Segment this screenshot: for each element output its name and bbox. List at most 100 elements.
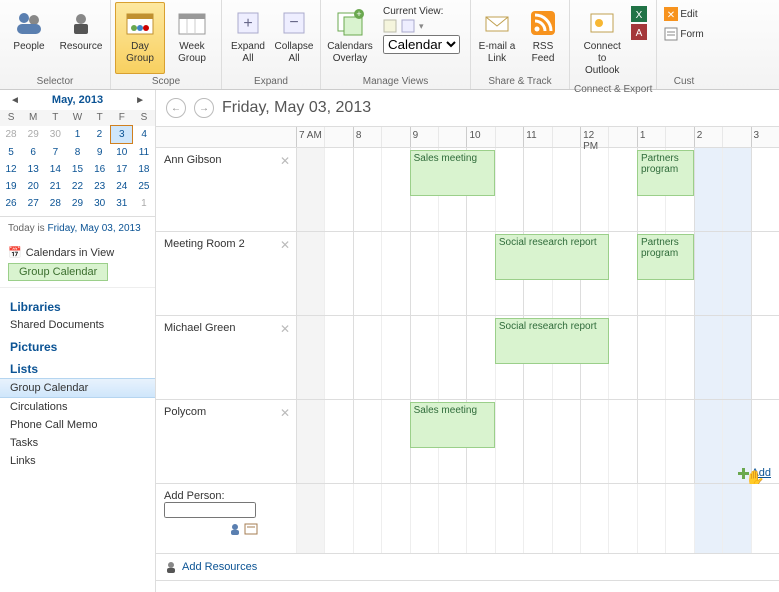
nav-item[interactable]: Circulations (0, 398, 155, 416)
time-cell[interactable] (410, 232, 438, 315)
date-cell[interactable]: 27 (22, 195, 44, 212)
expand-all-button[interactable]: + Expand All (226, 2, 270, 74)
time-cell[interactable] (381, 232, 409, 315)
time-cell[interactable] (608, 316, 636, 399)
form-button[interactable]: Form (661, 26, 706, 42)
date-cell[interactable]: 17 (111, 161, 133, 178)
time-cell[interactable] (410, 316, 438, 399)
view-right-icon[interactable] (401, 19, 415, 33)
calendar-chip[interactable]: Group Calendar (8, 263, 108, 281)
date-cell[interactable]: 25 (133, 178, 155, 195)
time-cell[interactable] (353, 400, 381, 483)
time-cell[interactable] (694, 232, 722, 315)
access-icon[interactable]: A (631, 24, 647, 40)
date-cell[interactable]: 19 (0, 178, 22, 195)
date-cell[interactable]: 16 (89, 161, 111, 178)
date-cell[interactable]: 1 (66, 126, 88, 144)
time-cell[interactable] (324, 232, 352, 315)
date-cell[interactable]: 23 (89, 178, 111, 195)
nav-shared-documents[interactable]: Shared Documents (0, 316, 155, 334)
time-cell[interactable] (722, 484, 750, 553)
time-cell[interactable] (608, 148, 636, 231)
nav-item[interactable]: Phone Call Memo (0, 416, 155, 434)
date-cell[interactable]: 9 (89, 144, 111, 162)
date-cell[interactable]: 28 (0, 126, 22, 144)
nav-item[interactable]: Group Calendar (0, 378, 155, 398)
time-cell[interactable] (353, 232, 381, 315)
remove-resource-icon[interactable]: ✕ (280, 238, 290, 252)
remove-resource-icon[interactable]: ✕ (280, 322, 290, 336)
time-cell[interactable] (722, 148, 750, 231)
people-button[interactable]: People (4, 2, 54, 74)
time-cell[interactable] (552, 400, 580, 483)
time-cell[interactable] (608, 232, 636, 315)
prev-month[interactable]: ◄ (6, 95, 24, 106)
time-cell[interactable] (694, 400, 722, 483)
date-cell[interactable]: 24 (111, 178, 133, 195)
time-cell[interactable] (466, 316, 494, 399)
time-cell[interactable] (608, 400, 636, 483)
date-cell[interactable]: 29 (22, 126, 44, 144)
week-group-button[interactable]: Week Group (167, 2, 217, 74)
time-cell[interactable] (694, 484, 722, 553)
time-cell[interactable] (353, 148, 381, 231)
time-cell[interactable] (438, 316, 466, 399)
time-cell[interactable] (324, 316, 352, 399)
nav-item[interactable]: Links (0, 452, 155, 470)
nav-libraries-header[interactable]: Libraries (0, 294, 155, 316)
today-link[interactable]: Friday, May 03, 2013 (47, 223, 140, 234)
time-cell[interactable] (523, 148, 551, 231)
time-cell[interactable] (722, 316, 750, 399)
date-cell[interactable]: 11 (133, 144, 155, 162)
time-cell[interactable] (722, 232, 750, 315)
time-cell[interactable] (495, 400, 523, 483)
collapse-all-button[interactable]: − Collapse All (272, 2, 316, 74)
calendar-event[interactable]: Social research report (495, 234, 609, 280)
date-cell[interactable]: 13 (22, 161, 44, 178)
date-cell[interactable]: 6 (22, 144, 44, 162)
time-cell[interactable] (580, 400, 608, 483)
date-cell[interactable]: 30 (89, 195, 111, 212)
time-cell[interactable] (751, 232, 779, 315)
time-cell[interactable] (637, 316, 665, 399)
check-name-icon[interactable] (228, 522, 242, 536)
date-cell[interactable]: 7 (44, 144, 66, 162)
time-cell[interactable] (637, 400, 665, 483)
time-cell[interactable] (324, 400, 352, 483)
time-cell[interactable] (296, 316, 324, 399)
time-cell[interactable] (296, 484, 324, 553)
edit-button[interactable]: ✕Edit (661, 6, 700, 22)
time-cell[interactable] (637, 484, 665, 553)
time-cell[interactable] (665, 316, 693, 399)
time-cell[interactable] (438, 484, 466, 553)
calendar-event[interactable]: Sales meeting (410, 150, 495, 196)
date-cell[interactable]: 15 (66, 161, 88, 178)
resource-button[interactable]: Resource (56, 2, 106, 74)
date-cell[interactable]: 4 (133, 126, 155, 144)
calendar-event[interactable]: Sales meeting (410, 402, 495, 448)
date-cell[interactable]: 31 (111, 195, 133, 212)
time-cell[interactable] (694, 148, 722, 231)
time-cell[interactable] (296, 148, 324, 231)
email-link-button[interactable]: E-mail a Link (475, 2, 519, 74)
date-cell[interactable]: 29 (66, 195, 88, 212)
date-cell[interactable]: 5 (0, 144, 22, 162)
time-cell[interactable] (324, 148, 352, 231)
nav-item[interactable]: Tasks (0, 434, 155, 452)
current-view-select[interactable]: Calendar (383, 35, 460, 54)
next-day[interactable]: → (194, 98, 214, 118)
time-cell[interactable] (296, 232, 324, 315)
date-cell[interactable]: 1 (133, 195, 155, 212)
time-cell[interactable] (381, 484, 409, 553)
time-cell[interactable] (751, 484, 779, 553)
calendar-event[interactable]: Partners program (637, 150, 694, 196)
calendar-event[interactable]: Social research report (495, 318, 609, 364)
nav-lists-header[interactable]: Lists (0, 356, 155, 378)
time-cell[interactable] (381, 148, 409, 231)
time-cell[interactable] (751, 148, 779, 231)
next-month[interactable]: ► (131, 95, 149, 106)
date-cell[interactable]: 21 (44, 178, 66, 195)
time-cell[interactable] (296, 400, 324, 483)
date-cell[interactable]: 20 (22, 178, 44, 195)
time-cell[interactable] (466, 232, 494, 315)
